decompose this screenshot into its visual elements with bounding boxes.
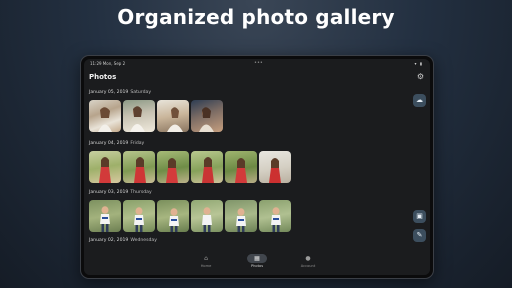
group-day: Friday — [130, 141, 145, 146]
nav-account[interactable]: ● Account — [293, 254, 323, 268]
photo-thumbnail[interactable] — [259, 200, 291, 232]
group-date: January 04, 2019 — [89, 141, 129, 146]
photo-thumbnail[interactable] — [157, 151, 189, 183]
photo-image — [99, 157, 111, 183]
photo-image — [169, 208, 179, 232]
photo-image — [202, 157, 214, 183]
photo-thumbnail[interactable] — [157, 200, 189, 232]
photos-icon: ▦ — [247, 254, 267, 263]
nav-home[interactable]: ⌂ Home — [191, 254, 221, 268]
photo-image — [236, 208, 246, 232]
photo-row — [89, 200, 291, 232]
photo-image — [271, 207, 281, 232]
photo-thumbnail[interactable] — [259, 151, 291, 183]
photo-image — [134, 157, 146, 183]
tablet-frame: 11:29 Mon, Sep 2 ••• ▾ ▮ Photos ⚙ Januar… — [80, 55, 434, 279]
photo-row — [89, 100, 223, 132]
photo-thumbnail[interactable] — [123, 151, 155, 183]
photo-row — [89, 151, 291, 183]
photo-thumbnail[interactable] — [157, 100, 189, 132]
group-date: January 05, 2019 — [89, 90, 129, 95]
photo-image — [100, 206, 110, 232]
photo-image — [166, 158, 178, 183]
photo-thumbnail[interactable] — [191, 151, 223, 183]
group-date: January 02, 2019 — [89, 238, 129, 243]
photo-thumbnail[interactable] — [123, 200, 155, 232]
pencil-icon[interactable]: ✎ — [413, 229, 426, 242]
photo-image — [235, 158, 247, 183]
image-icon[interactable]: ▣ — [413, 210, 426, 223]
nav-label: Home — [200, 264, 212, 268]
app-screen: 11:29 Mon, Sep 2 ••• ▾ ▮ Photos ⚙ Januar… — [84, 59, 430, 275]
photo-image — [130, 106, 145, 132]
person-icon: ● — [305, 255, 311, 262]
photo-image — [134, 207, 144, 232]
nav-label: Account — [300, 264, 316, 268]
headline: Organized photo gallery — [117, 5, 395, 29]
photo-thumbnail[interactable] — [123, 100, 155, 132]
photo-thumbnail[interactable] — [89, 151, 121, 183]
status-icons: ▾ ▮ — [414, 61, 423, 66]
photo-image — [269, 158, 281, 183]
photo-image — [202, 207, 212, 232]
photo-image — [98, 107, 112, 132]
photo-thumbnail[interactable] — [191, 200, 223, 232]
group-date-label: January 04, 2019 Friday — [89, 141, 144, 146]
group-date-label: January 03, 2019 Thursday — [89, 190, 152, 195]
photo-image — [199, 107, 214, 132]
status-time: 11:29 Mon, Sep 2 — [90, 61, 126, 66]
group-date-label: January 05, 2019 Saturday — [89, 90, 151, 95]
group-day: Thursday — [130, 190, 152, 195]
photo-image — [167, 107, 183, 132]
photo-thumbnail[interactable] — [89, 200, 121, 232]
group-date: January 03, 2019 — [89, 190, 129, 195]
photo-thumbnail[interactable] — [225, 151, 257, 183]
group-date-label: January 02, 2019 Wednesday — [89, 238, 157, 243]
nav-label: Photos — [250, 264, 264, 268]
group-day: Saturday — [130, 90, 152, 95]
bottom-nav: ⌂ Home ▦ Photos ● Account — [84, 251, 430, 275]
nav-photos[interactable]: ▦ Photos — [242, 254, 272, 268]
group-day: Wednesday — [130, 238, 157, 243]
home-icon: ⌂ — [204, 255, 208, 262]
photo-thumbnail[interactable] — [191, 100, 223, 132]
cloud-upload-icon[interactable]: ☁ — [413, 94, 426, 107]
status-bar: 11:29 Mon, Sep 2 ••• ▾ ▮ — [84, 60, 430, 68]
photo-thumbnail[interactable] — [225, 200, 257, 232]
page-title: Photos — [89, 73, 117, 81]
multitask-dots[interactable]: ••• — [254, 60, 263, 66]
gear-icon[interactable]: ⚙ — [417, 72, 424, 81]
photo-thumbnail[interactable] — [89, 100, 121, 132]
